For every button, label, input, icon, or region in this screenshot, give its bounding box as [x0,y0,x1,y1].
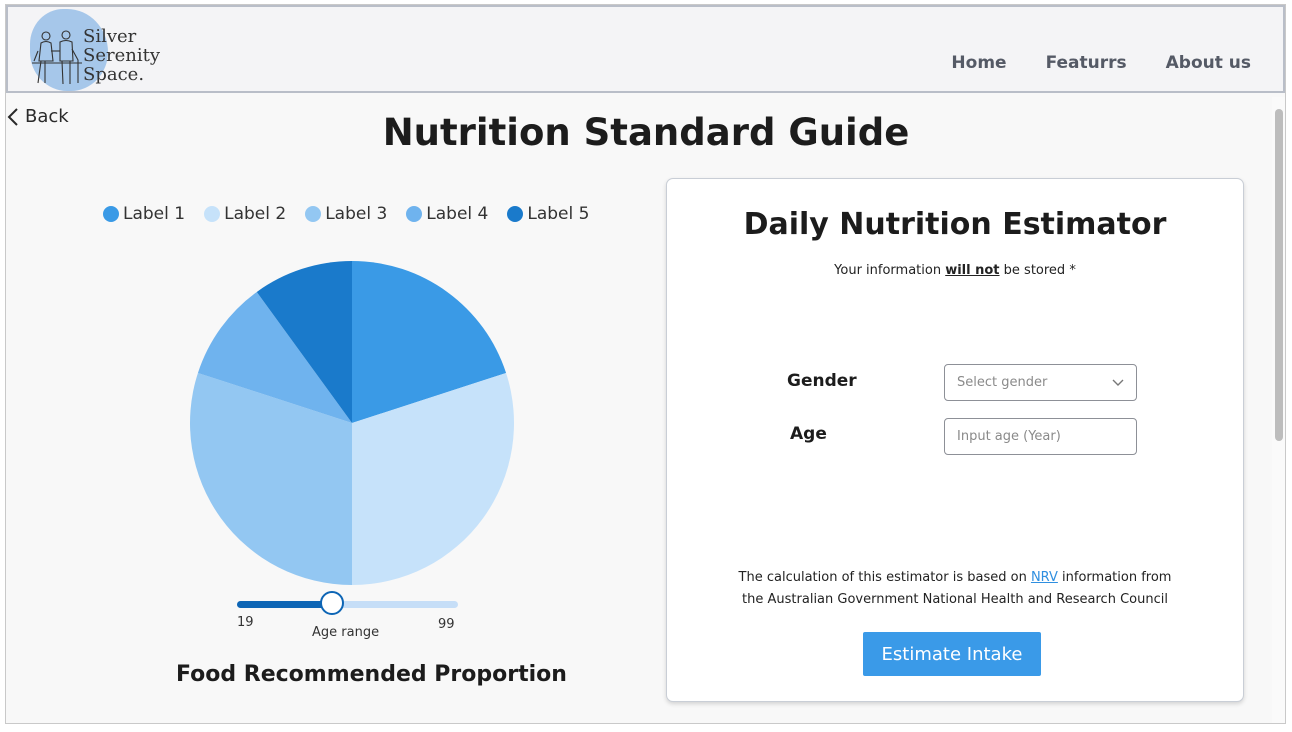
chart-title: Food Recommended Proportion [176,662,567,687]
legend-item: Label 2 [204,204,286,224]
gender-label: Gender [787,371,857,391]
age-placeholder: Input age (Year) [957,429,1061,444]
age-input[interactable]: Input age (Year) [944,418,1137,455]
logo-line-2: Serenity [83,45,160,66]
legend-swatch [103,206,119,222]
legend-label: Label 1 [123,204,186,224]
info-line-2: the Australian Government National Healt… [742,592,1168,607]
gender-select[interactable]: Select gender [944,364,1137,401]
estimate-intake-button[interactable]: Estimate Intake [863,632,1041,676]
brand-logo[interactable]: Silver Serenity Space. [26,7,206,95]
info-suffix: information from [1062,570,1172,585]
info-prefix: The calculation of this estimator is bas… [738,570,1027,585]
nav-home-link[interactable]: Home [951,53,1006,73]
age-label: Age [790,424,827,444]
legend-label: Label 3 [325,204,388,224]
legend-item: Label 1 [103,204,185,224]
logo-line-1: Silver [83,26,137,47]
legend-label: Label 2 [224,204,287,224]
top-navbar: Silver Serenity Space. Home Featurrs Abo… [6,5,1285,93]
legend-swatch [204,206,221,222]
logo-wordmark: Silver Serenity Space. [83,27,160,84]
slider-min-label: 19 [237,615,254,630]
slider-max-label: 99 [438,617,455,632]
privacy-note: Your information will not be stored * [667,263,1243,278]
slider-fill [237,601,333,608]
legend-label: Label 5 [527,204,590,224]
legend-swatch [305,206,322,222]
pie-chart [189,261,514,585]
elderly-couple-icon [32,30,82,85]
vertical-scrollbar[interactable] [1272,97,1285,723]
scrollbar-thumb[interactable] [1275,109,1283,441]
nrv-link[interactable]: NRV [1031,570,1058,585]
privacy-prefix: Your information [834,263,942,278]
age-range-slider[interactable]: 19 99 Age range [237,591,461,640]
legend-item: Label 3 [305,204,387,224]
legend-item: Label 4 [406,204,488,224]
slider-handle[interactable] [320,591,345,615]
nrv-info-text: The calculation of this estimator is bas… [667,567,1243,611]
legend-item: Label 5 [507,204,589,224]
privacy-suffix: be stored * [1003,263,1076,278]
page-title: Nutrition Standard Guide [382,111,910,154]
legend-swatch [507,206,524,222]
legend-swatch [406,206,423,222]
logo-line-3: Space. [83,64,145,85]
slider-caption: Age range [312,625,380,640]
estimator-title: Daily Nutrition Estimator [743,207,1167,242]
chart-legend: Label 1 Label 2 Label 3 Label 4 Label 5 [103,204,589,224]
gender-placeholder: Select gender [957,375,1048,390]
main-nav: Home Featurrs About us [951,53,1251,73]
privacy-emphasis: will not [945,263,1000,278]
nav-features-link[interactable]: Featurrs [1046,53,1127,73]
estimator-card: Daily Nutrition Estimator Your informati… [666,178,1244,702]
legend-label: Label 4 [426,204,489,224]
nav-about-link[interactable]: About us [1166,53,1251,73]
chevron-down-icon [1112,379,1124,386]
